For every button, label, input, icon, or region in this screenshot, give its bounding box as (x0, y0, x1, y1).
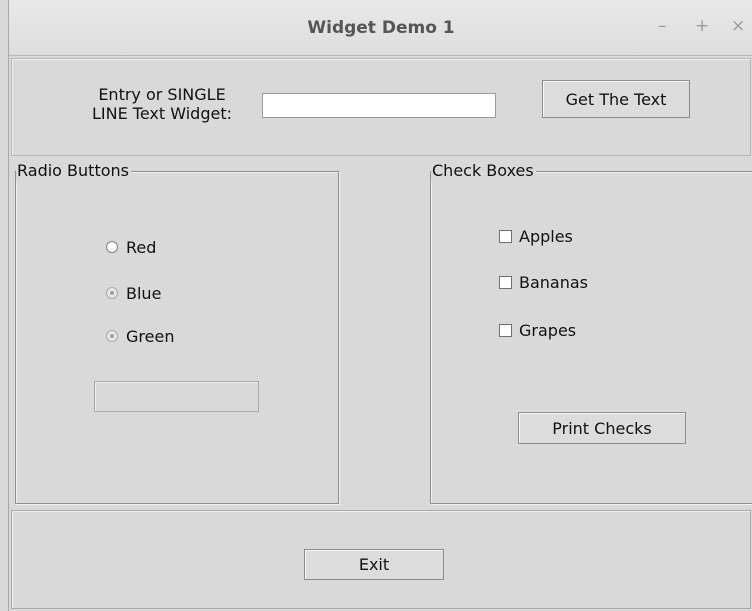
radio-group-title: Radio Buttons (16, 161, 131, 181)
radio-label: Red (126, 237, 157, 257)
minimize-icon[interactable]: – (658, 16, 667, 36)
check-group-title: Check Boxes (431, 161, 536, 181)
radio-indicator-icon (106, 330, 118, 342)
get-text-button[interactable]: Get The Text (542, 80, 690, 118)
checkbox-apples[interactable]: Apples (499, 225, 573, 247)
checkbox-label: Apples (519, 226, 573, 246)
radio-buttons-group: Radio Buttons Red Blue Green (15, 161, 339, 504)
maximize-icon[interactable]: + (695, 16, 709, 36)
radio-label: Green (126, 326, 175, 346)
radio-green[interactable]: Green (106, 325, 174, 347)
radio-blue[interactable]: Blue (106, 282, 161, 304)
checkbox-bananas[interactable]: Bananas (499, 271, 588, 293)
entry-label-line2: LINE Text Widget: (92, 104, 232, 123)
footer-frame: Exit (11, 510, 751, 609)
checkbox-icon (499, 323, 512, 337)
radio-red[interactable]: Red (106, 236, 156, 258)
title-bar[interactable]: Widget Demo 1 – + × (9, 0, 752, 56)
entry-label: Entry or SINGLE LINE Text Widget: (82, 85, 242, 123)
close-icon[interactable]: × (731, 16, 745, 36)
print-checks-button[interactable]: Print Checks (518, 412, 686, 444)
exit-button[interactable]: Exit (304, 549, 444, 580)
checkbox-icon (499, 229, 512, 243)
radio-label: Blue (126, 283, 162, 303)
checkbox-label: Grapes (519, 320, 577, 340)
entry-frame: Entry or SINGLE LINE Text Widget: Get Th… (11, 58, 751, 156)
radio-indicator-icon (106, 241, 118, 253)
window-title: Widget Demo 1 (307, 18, 455, 38)
checkbox-grapes[interactable]: Grapes (499, 319, 576, 341)
radio-output-field[interactable] (94, 381, 259, 412)
app-window: Widget Demo 1 – + × Entry or SINGLE LINE… (8, 0, 752, 611)
checkbox-icon (499, 275, 512, 289)
entry-label-line1: Entry or SINGLE (98, 85, 226, 104)
checkbox-label: Bananas (519, 272, 589, 292)
radio-indicator-icon (106, 287, 118, 299)
check-boxes-group: Check Boxes Apples Bananas Grapes Print … (430, 161, 752, 504)
text-entry-field[interactable] (262, 93, 496, 118)
